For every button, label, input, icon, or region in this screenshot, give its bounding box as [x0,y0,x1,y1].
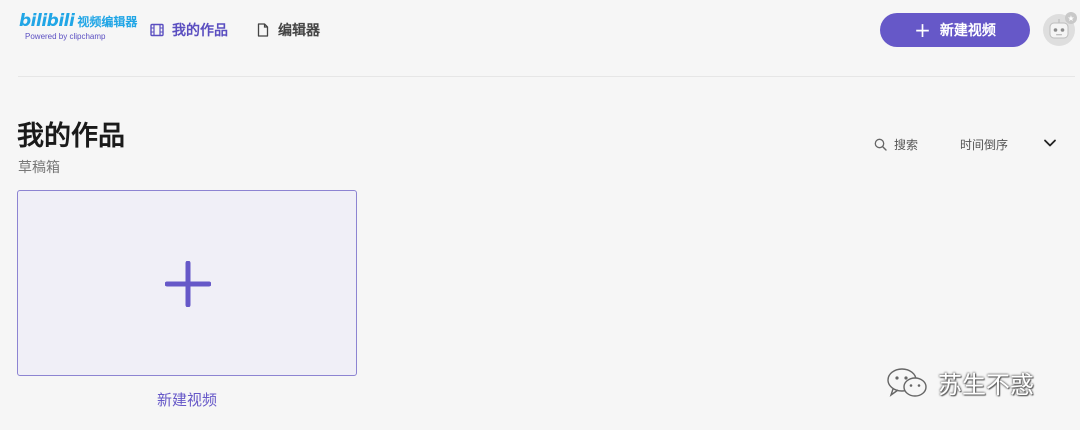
user-avatar[interactable]: ★ [1043,12,1077,46]
watermark-text: 苏生不惑 [938,371,1034,399]
logo-tagline: Powered by clipchamp [25,32,106,41]
plus-icon: + [914,18,931,42]
search-label: 搜索 [894,138,919,152]
header-divider [18,76,1075,77]
search-button[interactable]: 搜索 [874,136,918,153]
new-video-button[interactable]: + 新建视频 [880,13,1030,47]
plus-icon [165,261,211,307]
nav-my-works-label: 我的作品 [172,23,228,39]
search-icon [874,138,887,151]
nav-editor[interactable]: 编辑器 [256,19,320,41]
drafts-subtitle: 草稿箱 [18,160,60,176]
logo-product-name: 视频编辑器 [77,15,138,29]
document-icon [257,23,269,37]
logo-main: bilibili 视频编辑器 [19,11,137,31]
wechat-icon [887,367,927,397]
film-icon [150,23,164,37]
watermark: 苏生不惑 [886,365,1034,400]
new-video-card[interactable] [17,190,357,376]
chevron-down-icon [1044,139,1056,147]
nav-editor-label: 编辑器 [278,23,320,39]
top-header: bilibili 视频编辑器 Powered by clipchamp 我的作品… [0,0,1080,62]
new-video-button-label: 新建视频 [939,23,996,39]
logo-brand: bilibili [19,11,75,31]
app-logo[interactable]: bilibili 视频编辑器 Powered by clipchamp [19,11,137,41]
page-title: 我的作品 [17,121,125,152]
nav-my-works[interactable]: 我的作品 [150,19,228,41]
sort-label: 时间倒序 [960,138,1009,152]
star-badge-icon: ★ [1065,12,1077,24]
sort-dropdown[interactable]: 时间倒序 [960,136,1056,153]
new-video-card-label[interactable]: 新建视频 [17,389,357,410]
